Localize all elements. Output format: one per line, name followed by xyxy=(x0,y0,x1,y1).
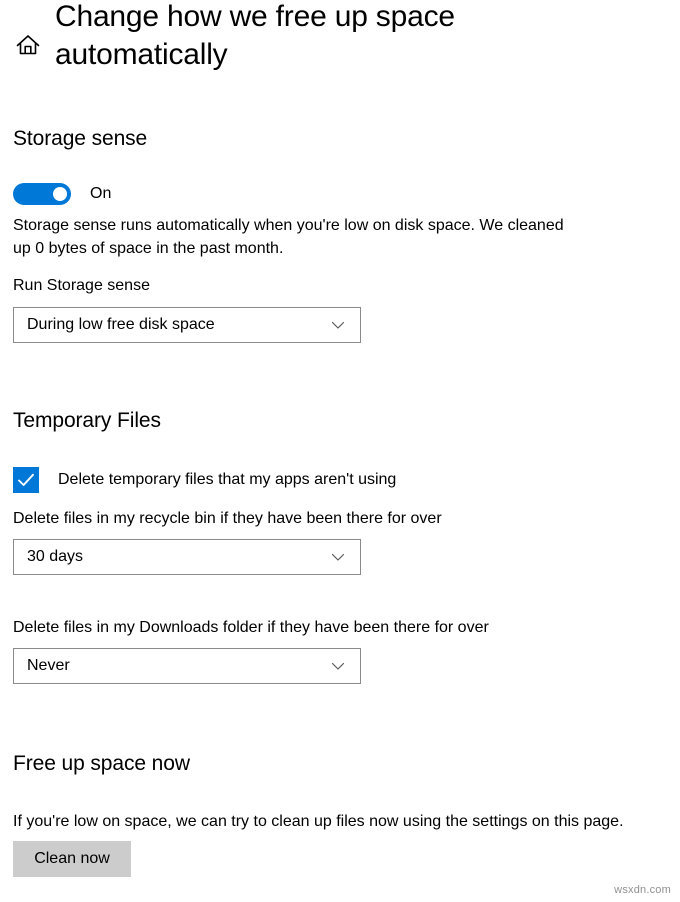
recycle-bin-retention-label: Delete files in my recycle bin if they h… xyxy=(13,510,442,527)
chevron-down-icon xyxy=(330,658,346,674)
downloads-retention-label: Delete files in my Downloads folder if t… xyxy=(13,619,489,636)
page-title: Change how we free up space automaticall… xyxy=(55,0,455,71)
recycle-bin-retention-value: 30 days xyxy=(27,548,84,565)
free-up-space-description: If you're low on space, we can try to cl… xyxy=(13,813,624,830)
storage-sense-toggle-label: On xyxy=(90,185,112,202)
clean-now-button[interactable]: Clean now xyxy=(13,841,131,877)
run-storage-sense-value: During low free disk space xyxy=(27,316,215,333)
recycle-bin-retention-dropdown[interactable]: 30 days xyxy=(13,539,361,575)
storage-sense-toggle-row: On xyxy=(13,183,111,205)
delete-temp-files-checkbox[interactable] xyxy=(13,467,39,493)
run-storage-sense-dropdown[interactable]: During low free disk space xyxy=(13,307,361,343)
home-icon[interactable] xyxy=(13,30,43,60)
section-heading-temporary-files: Temporary Files xyxy=(13,409,161,432)
delete-temp-files-row: Delete temporary files that my apps aren… xyxy=(13,467,396,493)
watermark: wsxdn.com xyxy=(614,884,671,896)
downloads-retention-dropdown[interactable]: Never xyxy=(13,648,361,684)
storage-sense-description: Storage sense runs automatically when yo… xyxy=(13,217,564,257)
check-icon xyxy=(18,473,34,486)
toggle-knob xyxy=(53,187,67,201)
section-heading-storage-sense: Storage sense xyxy=(13,127,148,150)
chevron-down-icon xyxy=(330,549,346,565)
storage-sense-toggle[interactable] xyxy=(13,183,71,205)
delete-temp-files-label: Delete temporary files that my apps aren… xyxy=(58,471,397,488)
page-header: Change how we free up space automaticall… xyxy=(0,0,680,100)
section-heading-free-up-space: Free up space now xyxy=(13,752,190,775)
chevron-down-icon xyxy=(330,317,346,333)
run-storage-sense-label: Run Storage sense xyxy=(13,277,150,294)
downloads-retention-value: Never xyxy=(27,657,70,674)
